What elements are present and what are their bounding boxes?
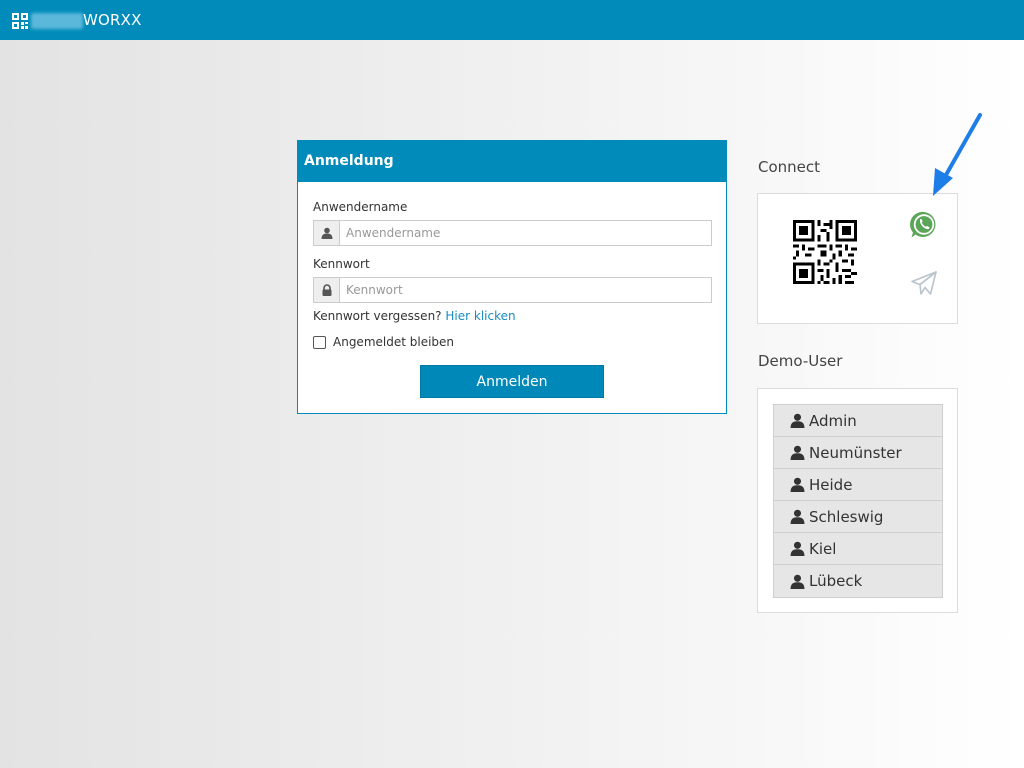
forgot-password-link[interactable]: Hier klicken	[445, 309, 515, 323]
lock-icon	[314, 278, 340, 302]
connect-title: Connect	[758, 158, 821, 176]
brand-name-redacted	[31, 13, 83, 29]
username-input[interactable]	[340, 221, 711, 245]
demo-user-list: Admin Neumünster Heide Schleswig Kiel Lü…	[773, 404, 943, 598]
qr-grid-icon[interactable]	[12, 13, 28, 29]
user-icon	[790, 574, 805, 589]
demo-user-label: Neumünster	[809, 443, 902, 462]
brand-name[interactable]: WORXX	[83, 11, 142, 29]
forgot-password: Kennwort vergessen? Hier klicken	[313, 309, 516, 323]
remember-me[interactable]: Angemeldet bleiben	[313, 335, 454, 349]
user-icon	[790, 445, 805, 460]
demo-user-admin[interactable]: Admin	[774, 405, 942, 437]
user-icon	[790, 509, 805, 524]
user-icon	[790, 541, 805, 556]
user-icon	[790, 477, 805, 492]
password-label: Kennwort	[313, 257, 370, 271]
demo-user-heide[interactable]: Heide	[774, 469, 942, 501]
user-icon	[790, 413, 805, 428]
password-input[interactable]	[340, 278, 711, 302]
qr-code-icon[interactable]	[793, 220, 857, 284]
user-icon	[314, 221, 340, 245]
login-panel: Anmeldung Anwendername Kennwort Kennwort…	[297, 140, 727, 414]
demo-user-kiel[interactable]: Kiel	[774, 533, 942, 565]
login-panel-title: Anmeldung	[298, 141, 726, 182]
username-input-group	[313, 220, 712, 246]
remember-me-label: Angemeldet bleiben	[333, 335, 455, 349]
username-label: Anwendername	[313, 200, 408, 214]
demo-user-label: Schleswig	[809, 507, 884, 526]
demo-user-label: Heide	[809, 475, 853, 494]
remember-me-checkbox[interactable]	[313, 335, 326, 349]
pointer-arrow-icon	[933, 113, 982, 196]
password-input-group	[313, 277, 712, 303]
connect-box	[757, 193, 958, 324]
demo-user-schleswig[interactable]: Schleswig	[774, 501, 942, 533]
telegram-icon[interactable]	[909, 268, 939, 298]
demo-users-box: Admin Neumünster Heide Schleswig Kiel Lü…	[757, 388, 958, 613]
demo-user-label: Lübeck	[809, 572, 863, 590]
demo-users-title: Demo-User	[758, 352, 843, 370]
demo-user-neumuenster[interactable]: Neumünster	[774, 437, 942, 469]
demo-user-label: Kiel	[809, 539, 837, 558]
demo-user-luebeck[interactable]: Lübeck	[774, 565, 942, 597]
top-bar: WORXX	[0, 0, 1024, 40]
demo-user-label: Admin	[809, 411, 857, 430]
forgot-password-text: Kennwort vergessen?	[313, 309, 442, 323]
whatsapp-icon[interactable]	[909, 210, 939, 240]
login-button[interactable]: Anmelden	[420, 365, 604, 398]
